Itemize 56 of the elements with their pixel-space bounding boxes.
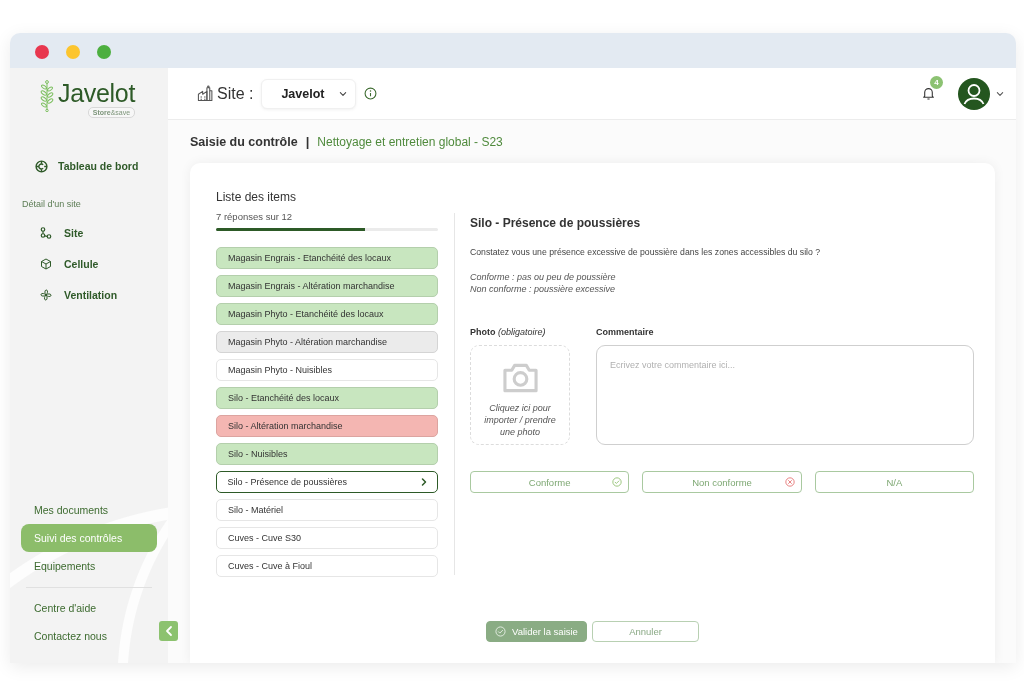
- camera-icon: [502, 362, 538, 393]
- breadcrumb-separator: |: [305, 134, 310, 149]
- window-close-icon[interactable]: [35, 45, 49, 59]
- progress-text: 7 réponses sur 12: [216, 211, 294, 222]
- item-title: Silo - Présence de poussières: [470, 215, 642, 231]
- cube-icon: [40, 257, 52, 270]
- site-select[interactable]: Javelot: [261, 78, 357, 109]
- page-subtitle: Nettoyage et entretien global - S23: [317, 134, 503, 149]
- question-text: Constatez vous une présence excessive de poussière dans les zones accessibles du silo ?: [470, 247, 822, 258]
- chevron-left-icon: [164, 625, 173, 637]
- checklist-item[interactable]: Magasin Phyto - Altération marchandise: [216, 331, 438, 353]
- notification-count: 4: [930, 76, 943, 89]
- hint-text: Conforme : pas ou peu de poussière: [470, 271, 617, 283]
- comment-label: Commentaire: [596, 327, 654, 338]
- sidebar-item[interactable]: Ventilation: [21, 279, 157, 310]
- checklist-item[interactable]: Silo - Matériel: [216, 499, 438, 521]
- chevron-down-icon[interactable]: [996, 90, 1004, 97]
- chevron-down-icon: [339, 89, 348, 98]
- photo-label: Photo (obligatoire): [470, 327, 546, 338]
- avatar-icon[interactable]: [958, 77, 990, 110]
- help-link[interactable]: Contactez nous: [21, 622, 157, 650]
- checklist-item[interactable]: Cuves - Cuve à Fioul: [216, 555, 438, 577]
- info-icon[interactable]: [364, 87, 378, 100]
- bell-icon[interactable]: [922, 86, 935, 101]
- list-title: Liste des items: [216, 190, 298, 205]
- checklist-item[interactable]: Silo - Altération marchandise: [216, 415, 438, 437]
- checklist-item[interactable]: Magasin Engrais - Altération marchandise: [216, 275, 438, 297]
- checklist-item[interactable]: Silo - Etanchéité des locaux: [216, 387, 438, 409]
- hint-text: Non conforme : poussière excessive: [470, 283, 617, 295]
- checklist-item[interactable]: Silo - Présence de poussières: [216, 471, 438, 493]
- nodes-icon: [40, 226, 52, 239]
- dashboard-icon: [35, 159, 48, 173]
- site-label: Site :: [217, 84, 254, 103]
- factory-icon: [197, 85, 214, 102]
- fan-icon: [40, 288, 52, 301]
- checklist-item[interactable]: Silo - Nuisibles: [216, 443, 438, 465]
- nav-item[interactable]: Equipements: [21, 552, 157, 580]
- sidebar-item[interactable]: Cellule: [21, 248, 157, 279]
- nav-item[interactable]: Mes documents: [21, 496, 157, 524]
- checklist-item[interactable]: Magasin Phyto - Nuisibles: [216, 359, 438, 381]
- plant-logo-icon: [40, 80, 54, 112]
- x-circle-icon: [784, 477, 795, 487]
- section-title: Détail d'un site: [22, 198, 81, 210]
- checklist-item[interactable]: Magasin Phyto - Etanchéité des locaux: [216, 303, 438, 325]
- page-title: Saisie du contrôle: [190, 134, 298, 149]
- photo-upload-area[interactable]: Cliquez ici pour importer / prendre une photo: [470, 345, 570, 445]
- check-circle-icon: [495, 626, 507, 637]
- chevron-right-icon: [420, 477, 427, 487]
- help-link[interactable]: Centre d'aide: [21, 594, 157, 622]
- checklist-item[interactable]: Cuves - Cuve S30: [216, 527, 438, 549]
- check-circle-icon: [612, 477, 623, 487]
- checklist-item[interactable]: Magasin Engrais - Etanchéité des locaux: [216, 247, 438, 269]
- comment-field[interactable]: Ecrivez votre commentaire ici...: [596, 345, 974, 445]
- sidebar-item[interactable]: Site: [21, 217, 157, 248]
- sidebar-item[interactable]: Tableau de bord: [21, 152, 157, 180]
- brand-name: Javelot: [58, 80, 136, 107]
